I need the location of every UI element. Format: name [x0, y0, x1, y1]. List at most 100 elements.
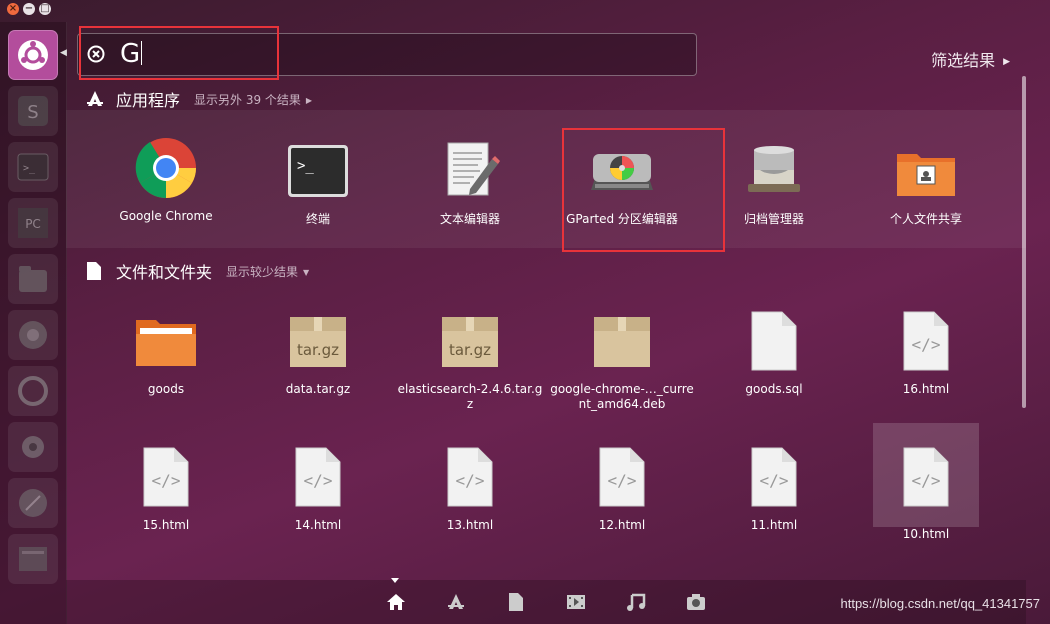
svg-text:S: S	[27, 102, 38, 123]
app-label: 文本编辑器	[439, 212, 500, 226]
chrome-icon[interactable]	[8, 310, 58, 360]
filter-results-button[interactable]: 筛选结果 ▶	[931, 47, 1010, 71]
update-icon[interactable]	[8, 366, 58, 416]
browser-icon[interactable]	[8, 478, 58, 528]
file-label: goods	[147, 382, 185, 396]
file-tile-10-html[interactable]: </>	[873, 423, 979, 527]
svg-text:</>: </>	[456, 471, 485, 490]
app-label: 终端	[305, 212, 330, 226]
video-lens-icon[interactable]	[564, 590, 588, 614]
music-lens-icon[interactable]	[624, 590, 648, 614]
file-label: google-chrome-…_current_amd64.deb	[550, 382, 694, 411]
apps-section-header: 应用程序 显示另外 39 个结果 ▶	[86, 87, 312, 111]
file-tile-goods[interactable]: goods	[96, 306, 236, 397]
file-label: 12.html	[598, 518, 646, 532]
file-label: 11.html	[750, 518, 798, 532]
terminal-icon: >_	[283, 136, 353, 206]
app-tile-terminal[interactable]: >_ 终端	[248, 136, 388, 227]
launcher-active-arrow: ◀	[60, 48, 67, 58]
svg-text:PC: PC	[25, 217, 41, 231]
apps-show-more-link[interactable]: 显示另外 39 个结果 ▶	[194, 91, 312, 108]
file-tile-13-html[interactable]: </> 13.html	[400, 442, 540, 533]
file-label: goods.sql	[745, 382, 803, 396]
file-tile-11-html[interactable]: </> 11.html	[704, 442, 844, 533]
svg-text:</>: </>	[912, 335, 941, 354]
watermark-text: https://blog.csdn.net/qq_41341757	[840, 596, 1041, 611]
app-tile-text-editor[interactable]: 文本编辑器	[400, 136, 540, 227]
gparted-highlight-box	[562, 128, 725, 252]
svg-text:</>: </>	[912, 471, 941, 490]
text-editor-icon	[435, 136, 505, 206]
settings-icon[interactable]	[8, 422, 58, 472]
file-tile-14-html[interactable]: </> 14.html	[248, 442, 388, 533]
svg-text:</>: </>	[152, 471, 181, 490]
window-controls: × − □	[7, 3, 51, 15]
file-label: 13.html	[446, 518, 494, 532]
files-section-title: 文件和文件夹	[116, 263, 213, 282]
file-label: 10.html	[902, 527, 950, 541]
file-tile-elasticsearch[interactable]: tar.gz elasticsearch-2.4.6.tar.gz	[398, 306, 542, 412]
chevron-right-icon: ▶	[305, 95, 313, 105]
package-icon	[587, 306, 657, 376]
file-tile-15-html[interactable]: </> 15.html	[96, 442, 236, 533]
pycharm-icon[interactable]: PC	[8, 198, 58, 248]
svg-text:>_: >_	[297, 158, 314, 174]
app-tile-file-sharing[interactable]: 个人文件共享	[856, 136, 996, 227]
terminal-icon[interactable]: >_	[8, 142, 58, 192]
html-file-icon: </>	[435, 442, 505, 512]
home-lens-icon[interactable]	[384, 590, 408, 614]
file-tile-12-html[interactable]: </> 12.html	[552, 442, 692, 533]
file-tile-data-tar-gz[interactable]: tar.gz data.tar.gz	[248, 306, 388, 397]
launcher: S >_ PC	[0, 22, 67, 624]
svg-text:</>: </>	[608, 471, 637, 490]
svg-text:</>: </>	[760, 471, 789, 490]
svg-text:tar.gz: tar.gz	[449, 341, 491, 359]
photo-lens-icon[interactable]	[684, 590, 708, 614]
svg-text:tar.gz: tar.gz	[297, 341, 339, 359]
file-tile-goods-sql[interactable]: goods.sql	[704, 306, 844, 397]
html-file-icon: </>	[587, 442, 657, 512]
file-label: 16.html	[902, 382, 950, 396]
minimize-icon[interactable]: −	[23, 3, 35, 15]
maximize-icon[interactable]: □	[39, 3, 51, 15]
search-highlight-box	[79, 26, 279, 80]
files-icon[interactable]	[8, 254, 58, 304]
chevron-down-icon: ▼	[303, 267, 310, 277]
app-label: 个人文件共享	[889, 212, 962, 226]
file-label: 14.html	[294, 518, 342, 532]
file-tile-google-chrome-deb[interactable]: google-chrome-…_current_amd64.deb	[550, 306, 694, 412]
app-tile-chrome[interactable]: Google Chrome	[96, 133, 236, 224]
html-file-icon: </>	[891, 442, 961, 512]
chevron-right-icon: ▶	[1003, 57, 1010, 67]
html-file-icon: </>	[131, 442, 201, 512]
apps-section-title: 应用程序	[116, 91, 181, 110]
files-show-less-link[interactable]: 显示较少结果 ▼	[226, 263, 309, 280]
html-file-icon: </>	[739, 442, 809, 512]
files-category-icon	[87, 262, 101, 280]
file-label: elasticsearch-2.4.6.tar.gz	[397, 382, 543, 411]
sublime-icon[interactable]: S	[8, 86, 58, 136]
folder-icon	[131, 306, 201, 376]
file-sharing-icon	[891, 136, 961, 206]
app-tile-archive-manager[interactable]: 归档管理器	[704, 136, 844, 227]
app-label: 归档管理器	[743, 212, 804, 226]
files-section-header: 文件和文件夹 显示较少结果 ▼	[86, 259, 309, 283]
html-file-icon: </>	[283, 442, 353, 512]
file-tile-16-html[interactable]: </> 16.html	[856, 306, 996, 397]
archive-manager-icon	[739, 136, 809, 206]
active-lens-indicator	[391, 578, 399, 583]
svg-text:</>: </>	[304, 471, 333, 490]
files-lens-icon[interactable]	[504, 590, 528, 614]
chrome-icon	[131, 133, 201, 203]
close-icon[interactable]: ×	[7, 3, 19, 15]
workspace-icon[interactable]	[8, 534, 58, 584]
html-file-icon: </>	[891, 306, 961, 376]
archive-icon: tar.gz	[435, 306, 505, 376]
svg-text:>_: >_	[23, 163, 36, 174]
file-label: data.tar.gz	[285, 382, 351, 396]
apps-lens-icon[interactable]	[444, 590, 468, 614]
ubuntu-dash-icon[interactable]	[8, 30, 58, 80]
document-icon	[739, 306, 809, 376]
apps-category-icon	[87, 91, 103, 106]
app-label: Google Chrome	[119, 209, 213, 223]
